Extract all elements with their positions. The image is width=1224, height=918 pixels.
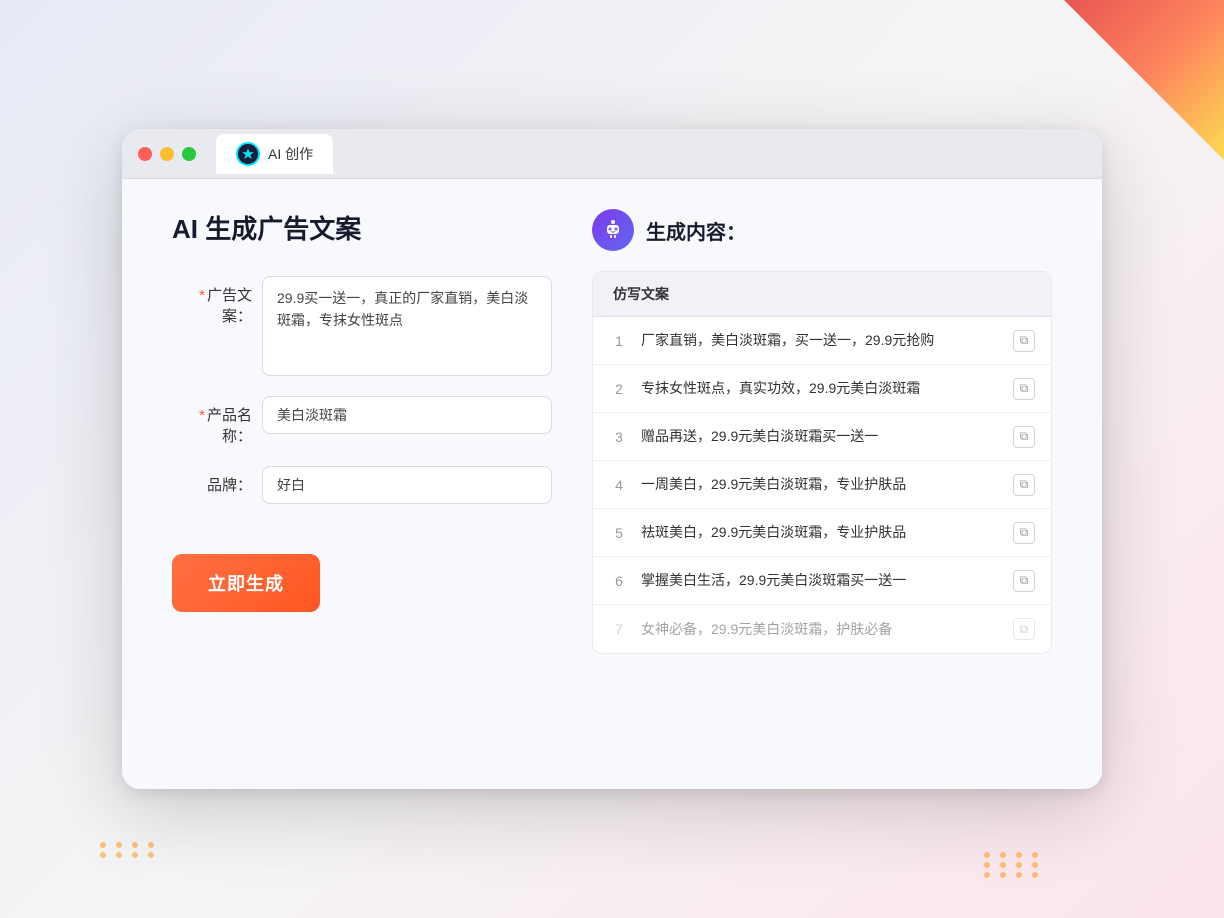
row-num: 1: [609, 333, 629, 349]
row-num: 3: [609, 429, 629, 445]
row-num: 2: [609, 381, 629, 397]
row-num: 7: [609, 621, 629, 637]
content-area: AI 生成广告文案 *广告文案： *产品名称： 品牌： 立即生成: [122, 179, 1102, 789]
right-panel: 生成内容： 仿写文案 1 厂家直销，美白淡斑霜，买一送一，29.9元抢购 ⧉ 2…: [592, 209, 1052, 759]
robot-icon: [592, 209, 634, 251]
row-text: 赠品再送，29.9元美白淡斑霜买一送一: [641, 426, 1001, 447]
table-row: 3 赠品再送，29.9元美白淡斑霜买一送一 ⧉: [593, 413, 1051, 461]
table-row: 6 掌握美白生活，29.9元美白淡斑霜买一送一 ⧉: [593, 557, 1051, 605]
copy-button[interactable]: ⧉: [1013, 522, 1035, 544]
title-bar: AI 创作: [122, 129, 1102, 179]
copy-button[interactable]: ⧉: [1013, 474, 1035, 496]
generate-button[interactable]: 立即生成: [172, 554, 320, 612]
table-row: 2 专抹女性斑点，真实功效，29.9元美白淡斑霜 ⧉: [593, 365, 1051, 413]
row-text: 女神必备，29.9元美白淡斑霜，护肤必备: [641, 619, 1001, 640]
page-title: AI 生成广告文案: [172, 209, 552, 246]
table-row: 5 祛斑美白，29.9元美白淡斑霜，专业护肤品 ⧉: [593, 509, 1051, 557]
product-input[interactable]: [262, 396, 552, 434]
row-num: 4: [609, 477, 629, 493]
close-button[interactable]: [138, 147, 152, 161]
ad-copy-group: *广告文案：: [172, 276, 552, 376]
bg-dots-bottom-left: [100, 842, 160, 858]
tab-label: AI 创作: [268, 144, 313, 164]
window-controls: [138, 147, 196, 161]
browser-window: AI 创作 AI 生成广告文案 *广告文案： *产品名称：: [122, 129, 1102, 789]
row-text: 一周美白，29.9元美白淡斑霜，专业护肤品: [641, 474, 1001, 495]
row-text: 专抹女性斑点，真实功效，29.9元美白淡斑霜: [641, 378, 1001, 399]
result-title: 生成内容：: [646, 216, 746, 245]
copy-button[interactable]: ⧉: [1013, 330, 1035, 352]
tab-ai-create[interactable]: AI 创作: [216, 134, 333, 174]
brand-input[interactable]: [262, 466, 552, 504]
result-table: 仿写文案 1 厂家直销，美白淡斑霜，买一送一，29.9元抢购 ⧉ 2 专抹女性斑…: [592, 271, 1052, 654]
row-num: 5: [609, 525, 629, 541]
table-row: 1 厂家直销，美白淡斑霜，买一送一，29.9元抢购 ⧉: [593, 317, 1051, 365]
minimize-button[interactable]: [160, 147, 174, 161]
table-row: 7 女神必备，29.9元美白淡斑霜，护肤必备 ⧉: [593, 605, 1051, 653]
row-num: 6: [609, 573, 629, 589]
copy-button[interactable]: ⧉: [1013, 426, 1035, 448]
brand-group: 品牌：: [172, 466, 552, 504]
copy-button[interactable]: ⧉: [1013, 618, 1035, 640]
result-header: 生成内容：: [592, 209, 1052, 251]
row-text: 厂家直销，美白淡斑霜，买一送一，29.9元抢购: [641, 330, 1001, 351]
bg-dots-bottom-right: [984, 852, 1044, 878]
left-panel: AI 生成广告文案 *广告文案： *产品名称： 品牌： 立即生成: [172, 209, 552, 759]
product-label: *产品名称：: [172, 396, 252, 446]
copy-button[interactable]: ⧉: [1013, 570, 1035, 592]
maximize-button[interactable]: [182, 147, 196, 161]
copy-button[interactable]: ⧉: [1013, 378, 1035, 400]
ad-copy-input[interactable]: [262, 276, 552, 376]
product-required: *: [199, 407, 205, 424]
table-row: 4 一周美白，29.9元美白淡斑霜，专业护肤品 ⧉: [593, 461, 1051, 509]
tab-icon: [236, 142, 260, 166]
ad-copy-required: *: [199, 287, 205, 304]
row-text: 祛斑美白，29.9元美白淡斑霜，专业护肤品: [641, 522, 1001, 543]
brand-label: 品牌：: [172, 466, 252, 495]
table-header: 仿写文案: [593, 272, 1051, 317]
row-text: 掌握美白生活，29.9元美白淡斑霜买一送一: [641, 570, 1001, 591]
ad-copy-label: *广告文案：: [172, 276, 252, 326]
product-name-group: *产品名称：: [172, 396, 552, 446]
